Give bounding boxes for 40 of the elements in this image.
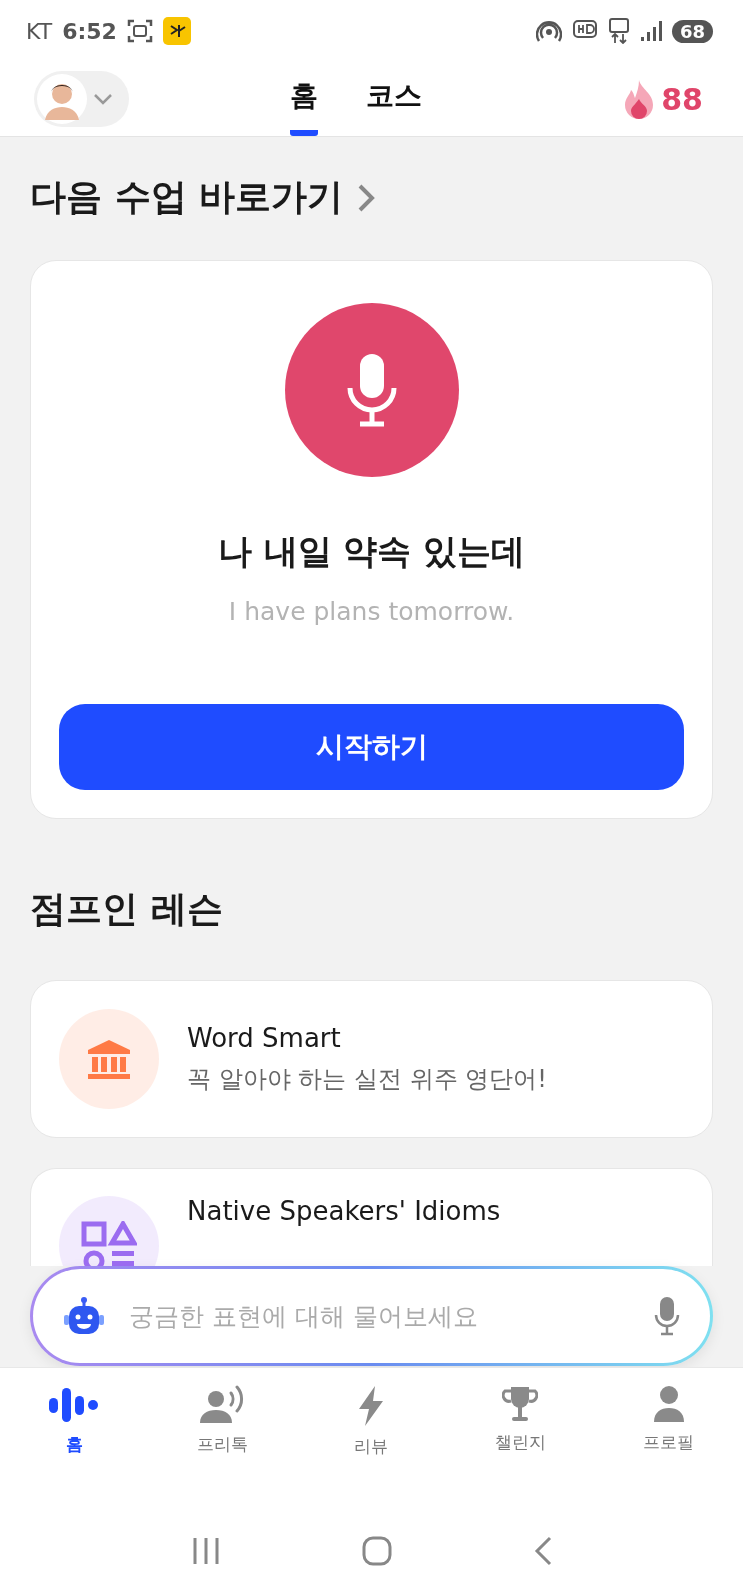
section-title: 다음 수업 바로가기 xyxy=(30,175,344,219)
english-translation: I have plans tomorrow. xyxy=(228,597,515,626)
chevron-down-icon xyxy=(93,93,113,105)
trophy-icon xyxy=(502,1385,539,1423)
course-subtitle: 꼭 알아야 하는 실전 위주 영단어! xyxy=(187,1064,547,1095)
screenshot-icon xyxy=(126,19,153,43)
home-icon[interactable] xyxy=(361,1535,392,1566)
back-icon[interactable] xyxy=(532,1535,553,1566)
nav-item[interactable]: 프로필 xyxy=(594,1384,743,1455)
bank-icon xyxy=(86,1038,132,1080)
chevron-right-icon[interactable] xyxy=(357,182,376,213)
robot-icon xyxy=(63,1296,105,1336)
hotspot-icon xyxy=(535,19,562,43)
carrier-text: KT xyxy=(26,18,53,44)
course-title: Word Smart xyxy=(187,1023,342,1053)
header-tab[interactable]: 코스 xyxy=(366,62,422,136)
nav-item[interactable]: 리뷰 xyxy=(297,1384,446,1459)
course-card[interactable]: Word Smart 꼭 알아야 하는 실전 위주 영단어! xyxy=(30,980,713,1138)
flame-icon xyxy=(623,79,656,119)
nav-item[interactable]: 홈 xyxy=(0,1384,149,1457)
nav-item[interactable]: 프리톡 xyxy=(148,1384,298,1457)
section-title: 점프인 레슨 xyxy=(30,887,223,931)
clock-text: 6:52 xyxy=(62,18,117,44)
course-card[interactable]: Native Speakers' Idioms xyxy=(30,1168,713,1266)
person-icon xyxy=(652,1385,685,1423)
start-button[interactable]: 시작하기 xyxy=(59,704,684,790)
avatar-icon xyxy=(37,74,87,124)
profile-switcher[interactable] xyxy=(34,71,129,127)
header-tab[interactable]: 홈 xyxy=(290,62,318,136)
streak-count: 88 xyxy=(661,81,703,117)
korean-phrase: 나 내일 약속 있는데 xyxy=(217,530,526,573)
shapes-icon xyxy=(81,1221,137,1266)
course-title: Native Speakers' Idioms xyxy=(187,1196,501,1226)
sound-wave-icon xyxy=(49,1385,100,1425)
nav-item[interactable]: 챌린지 xyxy=(445,1384,595,1455)
network-5g-icon xyxy=(607,18,630,44)
battery-level: 68 xyxy=(671,19,713,43)
signal-icon xyxy=(639,20,662,42)
app-notification-icon xyxy=(162,17,191,45)
microphone-icon[interactable] xyxy=(654,1296,680,1336)
